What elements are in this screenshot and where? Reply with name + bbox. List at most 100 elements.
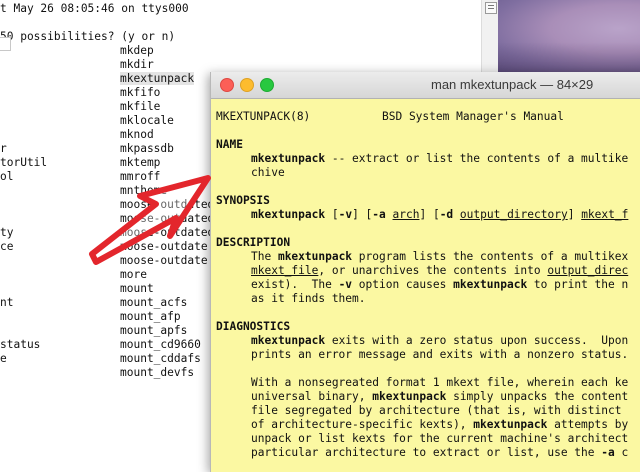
zoom-button[interactable] <box>260 78 274 92</box>
desktop-wallpaper <box>498 0 640 72</box>
completion-item: mkfile <box>120 100 161 113</box>
syn-part: ] [ <box>419 208 440 221</box>
section-name-heading: NAME <box>216 138 243 151</box>
diag-text: particular architecture to extract or li… <box>251 446 602 459</box>
diag-line-8: particular architecture to extract or li… <box>251 446 628 459</box>
desc-line-1: The mkextunpack program lists the conten… <box>251 250 628 263</box>
desc-line-3: exist). The -v option causes mkextunpack… <box>251 278 628 291</box>
desc-line-2: mkext_file, or unarchives the contents i… <box>251 264 628 277</box>
man-page-content: MKEXTUNPACK(8) BSD System Manager's Manua… <box>216 110 628 459</box>
completion-item: mkpassdb <box>120 142 174 155</box>
window-titlebar[interactable]: man mkextunpack — 84×29 <box>211 72 640 99</box>
desc-flag-v: -v <box>338 278 353 291</box>
cmd-name: mkextunpack <box>251 152 326 165</box>
diag-cmd: mkextunpack <box>251 334 326 347</box>
diag-text: c <box>614 446 629 459</box>
diag-flag-a: -a <box>601 446 615 459</box>
completion-item: mklocale <box>120 114 174 127</box>
completion-item: mnthome <box>120 184 168 197</box>
terminal-prompt-line: 50 possibilities? (y or n) <box>0 30 176 43</box>
syn-flag-v: -v <box>338 208 353 221</box>
syn-cmd: mkextunpack <box>251 208 326 221</box>
diag-text: simply unpacks the content <box>446 390 629 403</box>
terminal-fragment: torUtil <box>0 156 48 169</box>
man-header: MKEXTUNPACK(8) BSD System Manager's Manua… <box>216 110 564 123</box>
scroll-menu-icon[interactable] <box>485 2 497 14</box>
desc-mkext-file: mkext_file <box>251 264 319 277</box>
completion-item: moose-outdated5 <box>120 212 222 225</box>
man-page-window[interactable]: man mkextunpack — 84×29 MKEXTUNPACK(8) BS… <box>210 72 640 472</box>
completion-item: mount_cd9660 <box>120 338 201 351</box>
syn-space <box>386 208 393 221</box>
syn-outdir: output_directory <box>459 208 568 221</box>
name-line-2: chive <box>251 166 285 179</box>
completion-item: mount_acfs <box>120 296 188 309</box>
synopsis-line: mkextunpack [-v] [-a arch] [-d output_di… <box>251 208 628 221</box>
terminal-fragment: ty <box>0 226 14 239</box>
completion-item: more <box>120 268 147 281</box>
desc-text: , or unarchives the contents into <box>318 264 548 277</box>
completion-item: mkdir <box>120 58 154 71</box>
desc-text: The <box>251 250 278 263</box>
syn-flag-d: -d <box>439 208 454 221</box>
completion-item: moose-outdate <box>120 254 208 267</box>
diag-cmd: mkextunpack <box>372 390 447 403</box>
close-button[interactable] <box>220 78 234 92</box>
diag-cmd: mkextunpack <box>473 418 548 431</box>
man-header-center: BSD System Manager's Manual <box>382 110 564 123</box>
terminal-fragment: ol <box>0 170 14 183</box>
completion-item: mktemp <box>120 156 161 169</box>
diag-line-7: unpack or list kexts for the current mac… <box>251 432 629 445</box>
diag-line-1: mkextunpack exits with a zero status upo… <box>251 334 628 347</box>
syn-arch: arch <box>392 208 420 221</box>
completion-item: mount_cddafs <box>120 352 201 365</box>
desc-text: option causes <box>352 278 454 291</box>
desc-cmd: mkextunpack <box>277 250 353 263</box>
section-synopsis-heading: SYNOPSIS <box>216 194 270 207</box>
name-line-1: mkextunpack -- extract or list the conte… <box>251 152 628 165</box>
diag-text: of architecture-specific kexts), <box>251 418 474 431</box>
completion-item: moose-outdated <box>120 198 215 211</box>
completion-item: mkfifo <box>120 86 161 99</box>
completion-item: mmroff <box>120 170 161 183</box>
section-description-heading: DESCRIPTION <box>216 236 291 249</box>
syn-space <box>453 208 460 221</box>
completion-item: moose-outdate <box>120 240 208 253</box>
syn-part: ] [ <box>352 208 373 221</box>
terminal-fragment: ce <box>0 240 14 253</box>
man-header-left: MKEXTUNPACK(8) <box>216 110 311 123</box>
syn-flag-a: -a <box>372 208 386 221</box>
name-description: -- extract or list the contents of a mul… <box>325 152 629 165</box>
completion-item: mount_apfs <box>120 324 188 337</box>
diag-line-5: file segregated by architecture (that is… <box>251 404 622 417</box>
diag-line-2: prints an error message and exits with a… <box>251 348 629 361</box>
completion-item: mount <box>120 282 154 295</box>
desc-cmd: mkextunpack <box>453 278 528 291</box>
syn-mkext-file: mkext_f <box>581 208 629 221</box>
diag-line-6: of architecture-specific kexts), mkextun… <box>251 418 628 431</box>
completion-item: moose-outdated <box>120 226 215 239</box>
terminal-fragment: e <box>0 352 7 365</box>
section-diagnostics-heading: DIAGNOSTICS <box>216 320 291 333</box>
minimize-button[interactable] <box>240 78 254 92</box>
diag-text: attempts by <box>547 418 629 431</box>
diag-text: universal binary, <box>251 390 373 403</box>
completion-item: mount_afp <box>120 310 181 323</box>
desc-line-4: as it finds them. <box>251 292 366 305</box>
terminal-fragment: r <box>0 142 7 155</box>
terminal-login-line: t May 26 08:05:46 on ttys000 <box>0 2 189 15</box>
diag-text: exits with a zero status upon success. U… <box>325 334 629 347</box>
completion-item: mkextunpack <box>120 72 195 85</box>
completion-item: mkdep <box>120 44 154 57</box>
diag-line-4: universal binary, mkextunpack simply unp… <box>251 390 628 403</box>
window-title: man mkextunpack — 84×29 <box>431 77 594 92</box>
diag-line-3: With a nonsegreated format 1 mkext file,… <box>251 376 629 389</box>
terminal-fragment: nt <box>0 296 14 309</box>
desc-outdir: output_direc <box>547 264 629 277</box>
desc-text: program lists the contents of a multikex <box>352 250 629 263</box>
desc-text: to print the n <box>527 278 629 291</box>
completion-item: mknod <box>120 128 154 141</box>
search-icon <box>0 37 11 51</box>
syn-part: [ <box>325 208 339 221</box>
completion-item: mount_devfs <box>120 366 195 379</box>
